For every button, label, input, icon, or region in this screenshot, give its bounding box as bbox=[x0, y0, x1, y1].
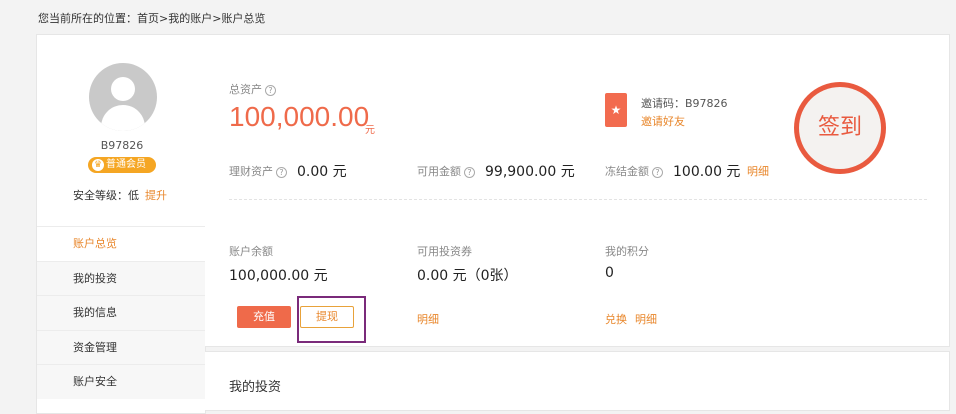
points-exchange-link[interactable]: 兑换 bbox=[605, 311, 627, 327]
sidebar-item-account-overview[interactable]: 账户总览 bbox=[37, 226, 205, 261]
invite-code: 邀请码：B97826 bbox=[641, 97, 728, 110]
coupons-detail-link[interactable]: 明细 bbox=[417, 311, 439, 327]
sign-in-label: 签到 bbox=[799, 87, 881, 169]
invite-friend-link[interactable]: 邀请好友 bbox=[641, 113, 685, 129]
frozen-detail-link[interactable]: 明细 bbox=[747, 163, 769, 179]
sidebar-item-my-info[interactable]: 我的信息 bbox=[37, 295, 205, 330]
breadcrumb-current: 账户总览 bbox=[221, 12, 266, 25]
points-value: 0 bbox=[605, 265, 614, 281]
coupon-ticket-icon: ★ bbox=[605, 93, 627, 127]
my-investments-panel: 我的投资 bbox=[205, 351, 950, 411]
coupons-value: 0.00 元（0张） bbox=[417, 268, 518, 284]
avatar[interactable] bbox=[89, 63, 157, 131]
points-label: 我的积分 bbox=[605, 245, 649, 258]
available-amount-label: 可用金额? bbox=[417, 163, 475, 179]
frozen-amount-value: 100.00 元 bbox=[673, 164, 741, 180]
finance-assets-label: 理财资产? bbox=[229, 163, 287, 179]
breadcrumb-prefix: 您当前所在的位置： bbox=[38, 12, 137, 25]
help-icon[interactable]: ? bbox=[276, 166, 287, 178]
recharge-button[interactable]: 充值 bbox=[237, 306, 291, 328]
member-level-label: 普通会员 bbox=[106, 159, 146, 170]
breadcrumb-account-link[interactable]: 我的账户 bbox=[168, 12, 212, 25]
avatar-body-shape bbox=[101, 105, 145, 131]
sidebar-item-account-security[interactable]: 账户安全 bbox=[37, 364, 205, 399]
withdraw-highlight-box bbox=[297, 296, 366, 343]
help-icon[interactable]: ? bbox=[265, 84, 276, 96]
sign-in-button[interactable]: 签到 bbox=[794, 82, 886, 174]
available-amount-value: 99,900.00 元 bbox=[485, 164, 575, 180]
breadcrumb: 您当前所在的位置：首页>我的账户>账户总览 bbox=[38, 10, 265, 26]
breadcrumb-home-link[interactable]: 首页 bbox=[137, 12, 159, 25]
breadcrumb-separator: > bbox=[159, 12, 169, 25]
total-assets-unit: 元 bbox=[365, 125, 375, 136]
balance-value: 100,000.00 元 bbox=[229, 268, 328, 284]
security-label: 安全等级：低 bbox=[73, 189, 139, 202]
frozen-amount-label: 冻结金额? bbox=[605, 163, 663, 179]
upgrade-link[interactable]: 提升 bbox=[145, 189, 167, 202]
section-divider bbox=[229, 199, 927, 200]
member-badge: ♛ 普通会员 bbox=[88, 157, 156, 173]
balance-label: 账户余额 bbox=[229, 245, 273, 258]
total-assets-value: 100,000.00 bbox=[229, 101, 370, 132]
sidebar-item-my-investments[interactable]: 我的投资 bbox=[37, 260, 205, 295]
total-assets-label: 总资产? bbox=[229, 81, 276, 97]
help-icon[interactable]: ? bbox=[464, 166, 475, 178]
points-detail-link[interactable]: 明细 bbox=[635, 311, 657, 327]
sidebar-item-fund-management[interactable]: 资金管理 bbox=[37, 329, 205, 364]
username: B97826 bbox=[100, 139, 144, 152]
my-investments-title: 我的投资 bbox=[229, 380, 282, 395]
star-icon: ★ bbox=[610, 103, 622, 117]
sidebar: B97826 ♛ 普通会员 安全等级：低 提升 账户总览 我的投资 我的信息 资金… bbox=[36, 34, 206, 414]
security-level: 安全等级：低 提升 bbox=[73, 187, 167, 203]
crown-icon: ♛ bbox=[92, 159, 104, 171]
coupons-label: 可用投资券 bbox=[417, 245, 472, 258]
avatar-head-shape bbox=[111, 77, 135, 101]
sidebar-nav: 账户总览 我的投资 我的信息 资金管理 账户安全 bbox=[37, 226, 205, 399]
help-icon[interactable]: ? bbox=[652, 166, 663, 178]
finance-assets-value: 0.00 元 bbox=[297, 164, 347, 180]
